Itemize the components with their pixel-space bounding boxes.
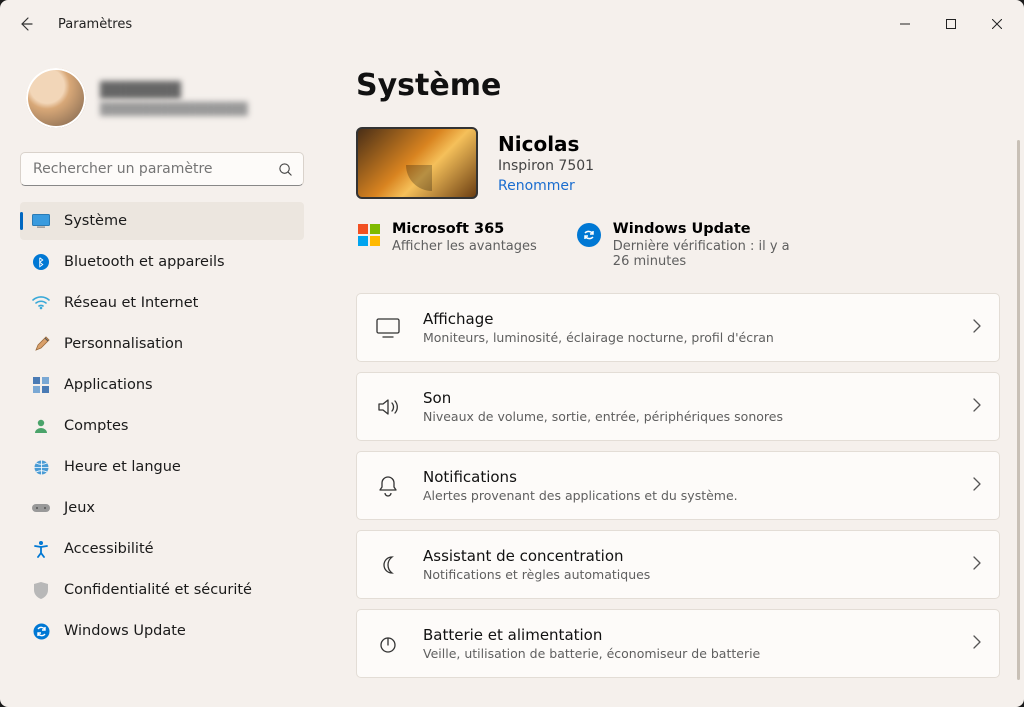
nav-item-heure[interactable]: Heure et langue xyxy=(20,448,304,486)
rename-link[interactable]: Renommer xyxy=(498,178,594,194)
arrow-left-icon xyxy=(19,16,35,32)
shield-icon xyxy=(32,581,50,599)
status-sub: Afficher les avantages xyxy=(392,239,537,254)
status-wu[interactable]: Windows Update Dernière vérification : i… xyxy=(577,221,803,269)
nav-item-label: Réseau et Internet xyxy=(64,295,198,311)
maximize-icon xyxy=(946,19,956,29)
window-title: Paramètres xyxy=(58,17,132,32)
status-title: Windows Update xyxy=(613,221,803,237)
status-row: Microsoft 365 Afficher les avantages Win… xyxy=(356,221,1000,269)
nav-item-apps[interactable]: Applications xyxy=(20,366,304,404)
nav-item-personnalisation[interactable]: Personnalisation xyxy=(20,325,304,363)
profile-name: ███████ xyxy=(100,81,248,99)
nav-item-label: Confidentialité et sécurité xyxy=(64,582,252,598)
minimize-button[interactable] xyxy=(882,8,928,40)
status-title: Microsoft 365 xyxy=(392,221,537,237)
card-sub: Alertes provenant des applications et du… xyxy=(423,488,951,503)
scrollbar[interactable] xyxy=(1017,140,1020,680)
nav-item-label: Windows Update xyxy=(64,623,186,639)
power-icon xyxy=(375,631,401,657)
maximize-button[interactable] xyxy=(928,8,974,40)
microsoft-logo-icon xyxy=(358,224,380,246)
nav-item-systeme[interactable]: Système xyxy=(20,202,304,240)
nav-item-conf[interactable]: Confidentialité et sécurité xyxy=(20,571,304,609)
accessibility-icon xyxy=(32,540,50,558)
window-controls xyxy=(882,8,1020,40)
moon-icon xyxy=(375,552,401,578)
nav-item-reseau[interactable]: Réseau et Internet xyxy=(20,284,304,322)
avatar xyxy=(26,68,86,128)
minimize-icon xyxy=(900,19,910,29)
close-button[interactable] xyxy=(974,8,1020,40)
chevron-right-icon xyxy=(973,476,981,495)
card-title: Assistant de concentration xyxy=(423,547,951,565)
card-sub: Niveaux de volume, sortie, entrée, périp… xyxy=(423,409,951,424)
person-icon xyxy=(32,417,50,435)
close-icon xyxy=(992,19,1002,29)
profile-email: ████████████████ xyxy=(100,102,248,116)
globe-clock-icon xyxy=(32,458,50,476)
nav-item-label: Heure et langue xyxy=(64,459,181,475)
nav-list: Système Bluetooth et appareils Réseau et… xyxy=(20,202,304,650)
bell-icon xyxy=(375,473,401,499)
brush-icon xyxy=(32,335,50,353)
nav-item-label: Accessibilité xyxy=(64,541,154,557)
nav-item-accessibilite[interactable]: Accessibilité xyxy=(20,530,304,568)
settings-window: Paramètres ███████ ████████████████ xyxy=(0,0,1024,707)
chevron-right-icon xyxy=(973,634,981,653)
card-focus[interactable]: Assistant de concentration Notifications … xyxy=(356,530,1000,599)
card-sub: Veille, utilisation de batterie, économi… xyxy=(423,646,951,661)
profile-block[interactable]: ███████ ████████████████ xyxy=(20,48,304,148)
chevron-right-icon xyxy=(973,555,981,574)
nav-item-bluetooth[interactable]: Bluetooth et appareils xyxy=(20,243,304,281)
card-title: Affichage xyxy=(423,310,951,328)
nav-item-label: Personnalisation xyxy=(64,336,183,352)
search-box[interactable] xyxy=(20,152,304,186)
status-ms365[interactable]: Microsoft 365 Afficher les avantages xyxy=(358,221,537,269)
nav-item-label: Comptes xyxy=(64,418,129,434)
sidebar: ███████ ████████████████ Système Bluetoo… xyxy=(0,48,320,707)
main-content: Système Nicolas Inspiron 7501 Renommer M… xyxy=(320,48,1024,707)
sound-icon xyxy=(375,394,401,420)
status-sub: Dernière vérification : il y a 26 minute… xyxy=(613,239,803,269)
monitor-icon xyxy=(32,212,50,230)
chevron-right-icon xyxy=(973,397,981,416)
device-model: Inspiron 7501 xyxy=(498,158,594,174)
nav-item-label: Jeux xyxy=(64,500,95,516)
wifi-icon xyxy=(32,294,50,312)
device-thumbnail[interactable] xyxy=(356,127,478,199)
search-icon xyxy=(278,162,293,177)
page-heading: Système xyxy=(356,68,1000,103)
nav-item-label: Applications xyxy=(64,377,153,393)
card-affichage[interactable]: Affichage Moniteurs, luminosité, éclairag… xyxy=(356,293,1000,362)
display-icon xyxy=(375,315,401,341)
card-notifications[interactable]: Notifications Alertes provenant des appli… xyxy=(356,451,1000,520)
card-title: Son xyxy=(423,389,951,407)
sync-icon xyxy=(32,622,50,640)
titlebar: Paramètres xyxy=(0,0,1024,48)
windows-update-icon xyxy=(577,223,601,247)
device-name: Nicolas xyxy=(498,132,594,156)
card-son[interactable]: Son Niveaux de volume, sortie, entrée, pé… xyxy=(356,372,1000,441)
apps-icon xyxy=(32,376,50,394)
nav-item-wu[interactable]: Windows Update xyxy=(20,612,304,650)
card-sub: Moniteurs, luminosité, éclairage nocturn… xyxy=(423,330,951,345)
nav-item-label: Système xyxy=(64,213,127,229)
settings-cards: Affichage Moniteurs, luminosité, éclairag… xyxy=(356,293,1000,678)
search-input[interactable] xyxy=(31,160,278,178)
card-title: Notifications xyxy=(423,468,951,486)
card-sub: Notifications et règles automatiques xyxy=(423,567,951,582)
bluetooth-icon xyxy=(32,253,50,271)
nav-item-comptes[interactable]: Comptes xyxy=(20,407,304,445)
card-title: Batterie et alimentation xyxy=(423,626,951,644)
nav-item-label: Bluetooth et appareils xyxy=(64,254,225,270)
nav-item-jeux[interactable]: Jeux xyxy=(20,489,304,527)
card-batterie[interactable]: Batterie et alimentation Veille, utilisat… xyxy=(356,609,1000,678)
device-block: Nicolas Inspiron 7501 Renommer xyxy=(356,127,1000,199)
back-button[interactable] xyxy=(10,7,44,41)
chevron-right-icon xyxy=(973,318,981,337)
gamepad-icon xyxy=(32,499,50,517)
